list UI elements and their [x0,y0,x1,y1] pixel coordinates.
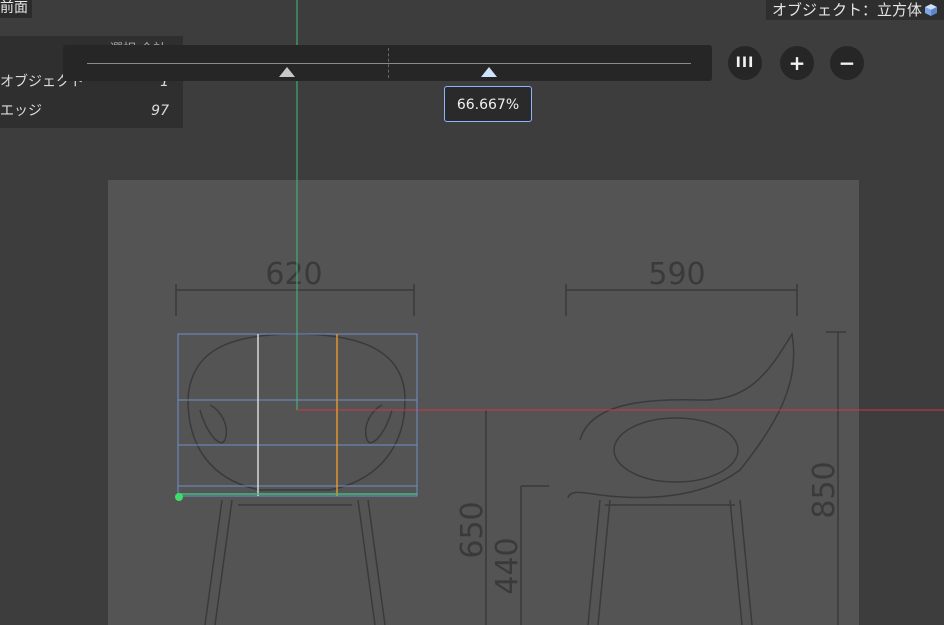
active-object-text: オブジェクト：立方体 [771,1,922,19]
zoom-slider-track[interactable] [87,63,691,64]
zoom-slider-thumb-active[interactable] [481,67,497,77]
view-name-label: 前面 [0,0,32,18]
cube-icon [925,4,937,16]
zoom-in-button[interactable]: + [780,46,814,80]
dim-440: 440 [490,537,525,594]
zoom-slider-midpoint [388,48,389,78]
stats-row-label: エッジ [0,103,42,119]
dim-620: 620 [265,257,322,292]
dim-650: 650 [455,501,490,558]
zoom-slider-bar[interactable] [63,45,712,81]
dim-590: 590 [648,257,705,292]
zoom-out-button[interactable]: − [830,46,864,80]
stats-row-edges: エッジ 97 [0,100,183,122]
origin-point [175,493,183,501]
active-object-label: オブジェクト：立方体 [765,0,944,20]
zoom-value-tooltip: 66.667% [444,86,532,122]
zoom-slider-thumb-left[interactable] [279,67,295,77]
dim-850: 850 [807,461,842,518]
columns-button[interactable]: III [728,46,762,80]
stats-row-value: 97 [151,103,169,119]
